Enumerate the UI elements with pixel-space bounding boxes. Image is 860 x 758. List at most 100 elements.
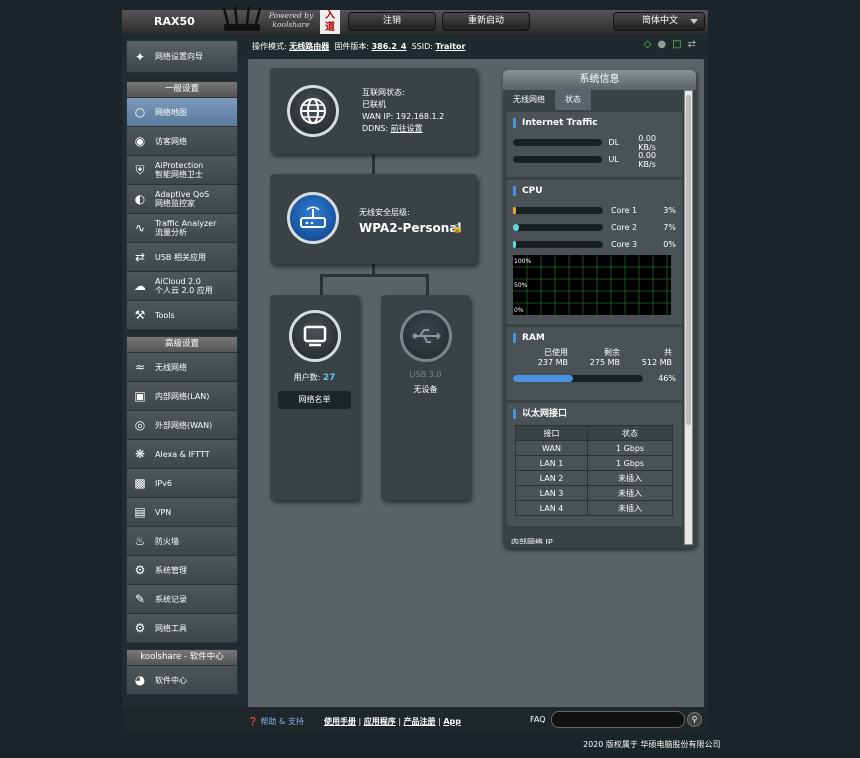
tab-wireless[interactable]: 无线网络 [503, 90, 555, 110]
ethernet-port-row: LAN 4 未插入 [514, 500, 673, 516]
sidebar-item-lan[interactable]: ▣ 内部网络(LAN) [127, 381, 237, 410]
manual-link[interactable]: 使用手册 [324, 717, 356, 726]
sidebar-item-adaptive-qos[interactable]: ◐ Adaptive QoS 网络监控家 [127, 184, 237, 213]
utility-link[interactable]: 应用程序 [364, 717, 396, 726]
register-link[interactable]: 产品注册 [404, 717, 436, 726]
faq-search-input[interactable] [551, 711, 685, 728]
guest-network-icon: ◉ [134, 133, 146, 148]
sidebar-item-aicloud[interactable]: ☁ AiCloud 2.0 个人云 2.0 应用 [127, 271, 237, 300]
sidebar-item-network-tools[interactable]: ⚙ 网络工具 [127, 613, 237, 642]
operation-mode-link[interactable]: 无线路由器 [289, 42, 329, 51]
port-status: 1 Gbps [587, 440, 673, 456]
cpu-core-row: Core 1 3% [513, 202, 676, 219]
cpu-usage-graph: 100% 50% 0% [513, 255, 671, 315]
sidebar-item-traffic-analyzer[interactable]: ∿ Traffic Analyzer 流量分析 [127, 213, 237, 242]
port-name: LAN 3 [514, 485, 589, 501]
sidebar-item-vpn[interactable]: ▤ VPN [127, 497, 237, 526]
ethernet-ports-section: 以太网接口 接口 状态 WAN 1 Gbps LAN 11 Gbps LAN 2 未插入 L… [507, 403, 682, 526]
aiprotection-icon: ⛨ [135, 162, 145, 177]
powered-by-text: Powered by koolshare [268, 11, 314, 29]
model-name: RAX50 [154, 15, 195, 28]
usb-status-text: 无设备 [413, 385, 438, 394]
ddns-settings-link[interactable]: 前往设置 [391, 124, 423, 133]
sidebar-item-ipv6[interactable]: ▩ IPv6 [127, 468, 237, 497]
sidebar-item-guest-network[interactable]: ◉ 访客网络 [127, 126, 237, 155]
cpu-core-label: Core 3 [611, 240, 638, 249]
ram-usage-bar [513, 375, 573, 382]
software-center-icon: ◕ [134, 672, 146, 687]
tab-status[interactable]: 状态 [555, 90, 591, 110]
setup-wizard-button[interactable]: ✦ 网络设置向导 [126, 40, 238, 73]
lan-ip-label: 内部网络 IP [511, 538, 553, 544]
sidebar-item-aiprotection[interactable]: ⛨ AiProtection 智能网络卫士 [127, 155, 237, 184]
internet-status-card[interactable]: 互联网状态: 已联机 WAN IP: 192.168.1.2 DDNS: 前往设… [270, 68, 477, 154]
firmware-link[interactable]: 386.2_4 [372, 42, 407, 51]
router-icon [287, 192, 339, 244]
sidebar-item-firewall[interactable]: ♨ 防火墙 [127, 526, 237, 555]
ipv6-icon: ▩ [134, 475, 146, 490]
system-info-panel: 系统信息 无线网络 状态 Internet Traffic DL 0.00 KB/… [503, 70, 696, 548]
logout-button[interactable]: 注销 [348, 12, 436, 31]
cpu-core-value: 0% [663, 240, 676, 249]
koolshare-logo: 入道 [320, 10, 340, 34]
sidebar-item-software-center[interactable]: ◕ 软件中心 [127, 665, 237, 694]
alexa-icon: ❋ [134, 446, 146, 461]
system-info-scrollbar[interactable] [684, 90, 693, 545]
chevron-down-icon [690, 19, 698, 24]
router-security-card[interactable]: 无线安全层级: WPA2-Personal 🔒 [270, 174, 477, 264]
network-status-icon[interactable]: □ [672, 39, 681, 50]
vpn-icon: ▤ [134, 504, 146, 519]
port-name: LAN 1 [514, 455, 589, 471]
software-center-title: koolshare - 软件中心 [127, 650, 237, 665]
wan-ip-value: 192.168.1.2 [395, 112, 445, 121]
port-status: 未插入 [587, 485, 673, 501]
cpu-core-value: 7% [663, 223, 676, 232]
lan-icon: ▣ [134, 388, 146, 403]
security-level-value: WPA2-Personal [359, 221, 462, 235]
cpu-core-bar [513, 224, 520, 231]
sidebar-item-tools[interactable]: ⚒ Tools [127, 300, 237, 329]
usb-card[interactable]: USB 3.0 无设备 [381, 295, 470, 500]
reboot-button[interactable]: 重新启动 [442, 12, 530, 31]
sidebar-item-alexa-ifttt[interactable]: ❋ Alexa & IFTTT [127, 439, 237, 468]
cpu-core-label: Core 1 [611, 206, 638, 215]
cpu-core-row: Core 3 0% [513, 236, 676, 253]
sidebar-item-administration[interactable]: ⚙ 系统管理 [127, 555, 237, 584]
connector-line [372, 153, 375, 175]
sidebar-item-wan[interactable]: ◎ 外部网络(WAN) [127, 410, 237, 439]
usb-port-label: USB 3.0 [409, 370, 442, 379]
sidebar-item-system-log[interactable]: ✎ 系统记录 [127, 584, 237, 613]
ram-section: RAM 已使用 237 MB 剩余 275 MB 共 512 MB 46% [507, 327, 682, 400]
port-name: LAN 2 [514, 470, 589, 486]
wrench-icon: ⚒ [134, 307, 146, 322]
usb-status-icon[interactable]: ⇄ [688, 39, 696, 50]
users-status-icon[interactable]: ● [657, 39, 666, 50]
cpu-core-bar [513, 207, 516, 214]
monitor-icon [289, 310, 341, 362]
search-icon[interactable]: ⚲ [687, 712, 702, 727]
general-settings-title: 一般设置 [127, 82, 237, 97]
advanced-settings-menu: 高级设置 ≈ 无线网络 ▣ 内部网络(LAN) ◎ 外部网络(WAN) ❋ Alexa … [126, 336, 238, 643]
ethernet-ports-table: 接口 状态 WAN 1 Gbps LAN 11 Gbps LAN 2 未插入 LAN 3 未插… [514, 425, 673, 516]
connector-line [426, 274, 429, 296]
ethernet-port-row: LAN 3 未插入 [514, 485, 673, 501]
cpu-core-bar [513, 241, 516, 248]
wifi-status-icon[interactable]: ◇ [644, 39, 652, 50]
help-support-link[interactable]: ❓ 帮助 & 支持 [248, 716, 304, 727]
ram-total: 512 MB [641, 358, 672, 367]
scrollbar-thumb[interactable] [686, 95, 691, 425]
port-status: 未插入 [587, 500, 673, 516]
language-select[interactable]: 简体中文 [613, 12, 705, 31]
ethernet-port-row: LAN 11 Gbps [514, 455, 673, 471]
app-link[interactable]: App [443, 717, 461, 726]
clients-card[interactable]: 用户数: 27 网络名单 [270, 295, 359, 500]
sidebar-item-wireless[interactable]: ≈ 无线网络 [127, 352, 237, 381]
ssid-link[interactable]: Traitor [435, 42, 465, 51]
sidebar-item-network-map[interactable]: ○ 网络地图 [127, 97, 237, 126]
sidebar-item-usb[interactable]: ⇄ USB 相关应用 [127, 242, 237, 271]
faq-label: FAQ [530, 715, 546, 724]
internet-traffic-section: Internet Traffic DL 0.00 KB/s UL 0.00 KB/s [507, 112, 682, 177]
client-list-button[interactable]: 网络名单 [278, 391, 351, 409]
upload-rate: 0.00 KB/s [638, 150, 657, 169]
connector-line [320, 274, 428, 277]
